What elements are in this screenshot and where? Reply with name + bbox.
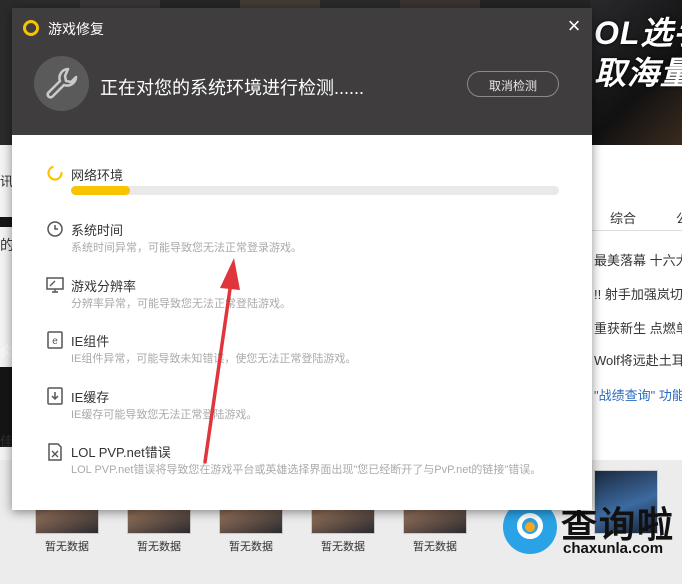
news-item[interactable]: 最美落幕 十六大到 xyxy=(594,250,682,269)
check-item-desc: LOL PVP.net错误将导致您在游戏平台或英雄选择界面出现"您已经断开了与P… xyxy=(71,464,542,476)
svg-text:e: e xyxy=(52,336,58,347)
progress-fill xyxy=(71,186,130,195)
news-item[interactable]: "战绩查询" 功能 xyxy=(594,385,682,404)
check-item-title: LOL PVP.net错误 xyxy=(71,445,171,460)
ie-icon: e xyxy=(46,331,64,349)
news-item[interactable]: Wolf将远赴土耳 xyxy=(594,350,682,369)
check-item-title: IE缓存 xyxy=(71,390,110,405)
app-logo-icon xyxy=(23,20,39,36)
error-file-icon xyxy=(46,443,64,461)
no-data-label: 暂无数据 xyxy=(321,541,365,553)
background-tabbar: 综合 公 xyxy=(592,200,682,231)
tab-composite[interactable]: 综合 xyxy=(610,208,636,227)
check-item-title: 系统时间 xyxy=(71,223,124,238)
check-item-title: IE组件 xyxy=(71,334,110,349)
detection-status: 正在对您的系统环境进行检测...... xyxy=(100,78,365,98)
wrench-icon xyxy=(34,56,89,111)
monitor-icon xyxy=(46,276,64,294)
check-item-desc: 系统时间异常，可能导致您无法正常登录游戏。 xyxy=(71,242,302,254)
check-item-desc: 分辨率异常，可能导致您无法正常登陆游戏。 xyxy=(71,298,291,310)
no-data-label: 暂无数据 xyxy=(45,541,89,553)
check-item-desc: IE组件异常，可能导致未知错误，使您无法正常登陆游戏。 xyxy=(71,353,357,365)
check-item-title: 网络环境 xyxy=(71,168,124,183)
no-data-label: 暂无数据 xyxy=(229,541,273,553)
watermark-url: chaxunla.com xyxy=(563,540,664,557)
download-icon xyxy=(46,387,64,405)
news-item[interactable]: 重获新生 点燃单 xyxy=(594,318,682,337)
banner-line: 取海量 xyxy=(594,55,682,91)
left-sidebar-strip: 讯 的 炎 佳 xyxy=(0,145,14,460)
dialog-title: 游戏修复 xyxy=(48,21,104,37)
promo-banner[interactable]: OL选手 取海量 xyxy=(590,0,682,145)
game-repair-dialog: 游戏修复 × 正在对您的系统环境进行检测...... 取消检测 网络环境 系统时… xyxy=(12,8,592,510)
loading-spinner-icon xyxy=(46,164,64,182)
check-item-desc: IE缓存可能导致您无法正常登陆游戏。 xyxy=(71,409,258,421)
no-data-label: 暂无数据 xyxy=(137,541,181,553)
check-item-title: 游戏分辨率 xyxy=(71,279,137,294)
news-item[interactable]: !! 射手加强岚切 xyxy=(594,284,682,303)
network-progress-bar xyxy=(71,186,559,195)
dialog-header: 游戏修复 × 正在对您的系统环境进行检测...... 取消检测 xyxy=(12,8,592,135)
close-button[interactable]: × xyxy=(563,15,585,38)
cancel-detection-button[interactable]: 取消检测 xyxy=(467,71,559,97)
no-data-label: 暂无数据 xyxy=(413,541,457,553)
tab-partial[interactable]: 公 xyxy=(676,208,682,227)
clock-icon xyxy=(46,220,64,238)
